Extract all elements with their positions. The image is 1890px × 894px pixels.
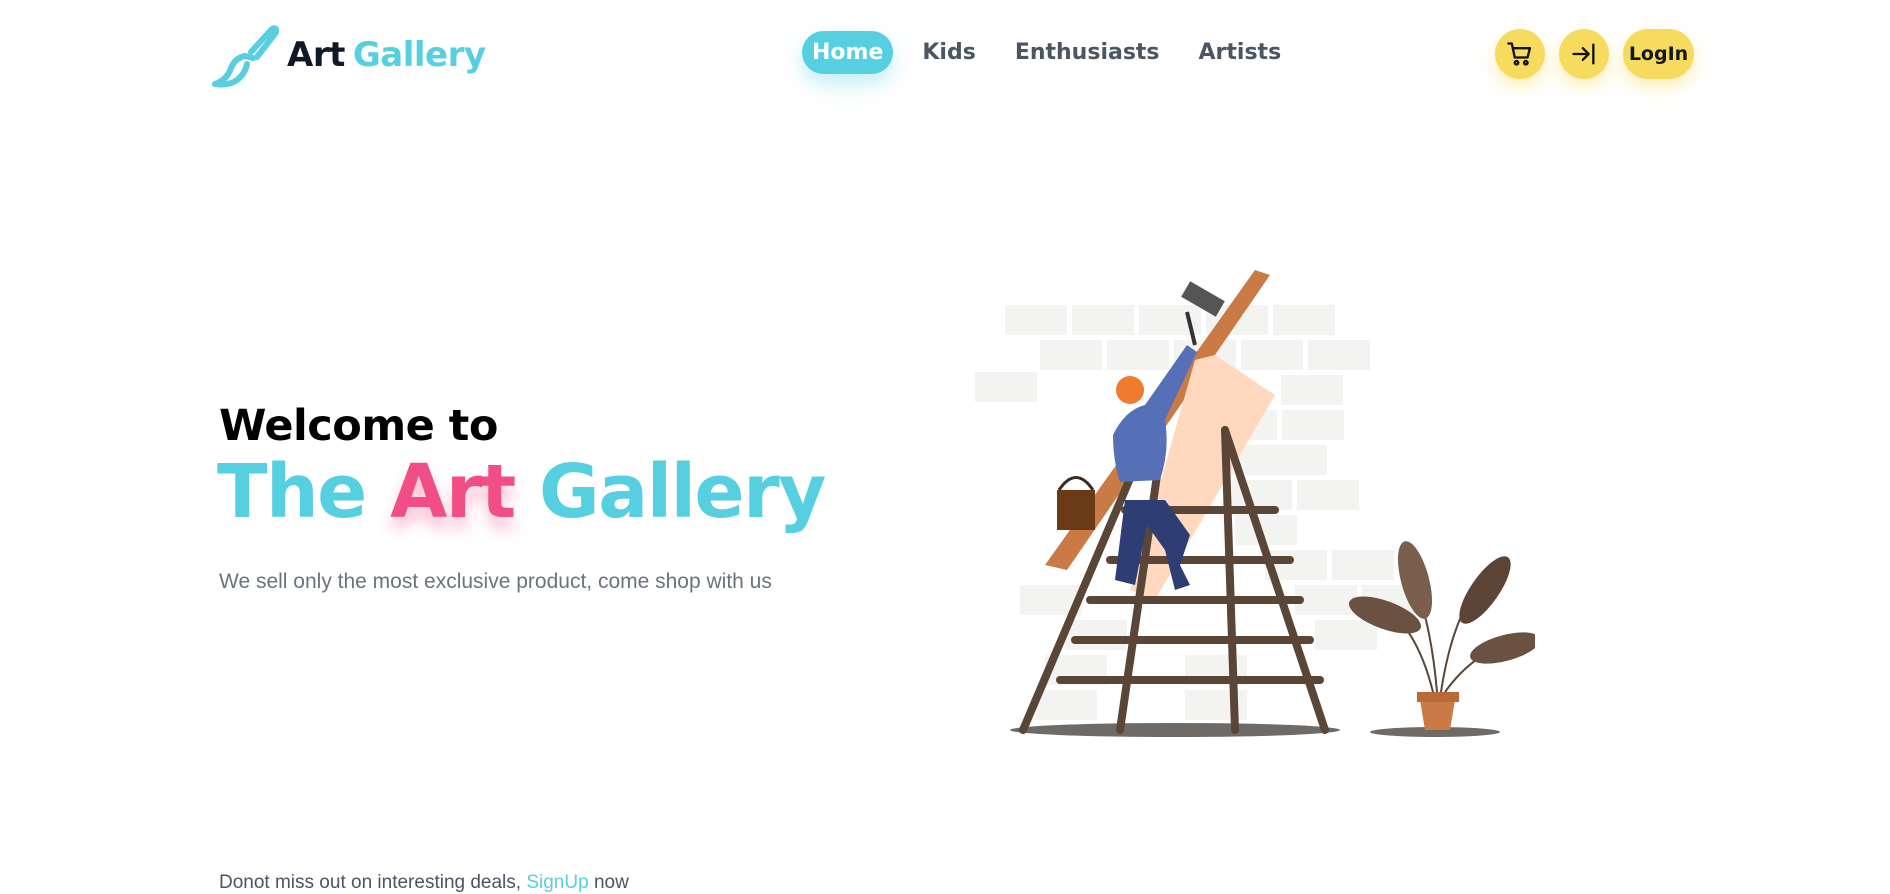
hero-title: The Art Gallery	[217, 455, 826, 529]
brand-name-part2: Gallery	[352, 35, 486, 75]
signup-prompt-suffix: now	[593, 872, 629, 893]
cart-icon	[1507, 42, 1532, 66]
signup-prompt: Donot miss out on interesting deals, Sig…	[219, 872, 629, 894]
main-nav: Home Kids Enthusiasts Artists	[802, 31, 1310, 74]
brand-name-part1: Art	[287, 35, 345, 75]
ladder-shadow	[1010, 723, 1340, 737]
hero-title-part2: Art	[390, 449, 516, 535]
nav-artists[interactable]: Artists	[1189, 31, 1292, 74]
nav-kids[interactable]: Kids	[912, 31, 985, 74]
brand-logo[interactable]: Art Gallery	[211, 22, 486, 88]
site-header: Art Gallery Home Kids Enthusiasts Artists	[0, 0, 1890, 108]
paintbrush-icon	[212, 25, 279, 88]
signup-link[interactable]: SignUp	[526, 872, 588, 893]
painter-illustration	[975, 270, 1535, 737]
cart-button[interactable]	[1495, 29, 1545, 79]
hero-welcome: Welcome to	[219, 401, 498, 451]
login-button[interactable]: LogIn	[1623, 29, 1694, 79]
hero-subtitle: We sell only the most exclusive product,…	[219, 570, 772, 593]
nav-enthusiasts[interactable]: Enthusiasts	[1005, 31, 1170, 74]
signup-prompt-text: Donot miss out on interesting deals,	[219, 872, 522, 893]
nav-home[interactable]: Home	[802, 31, 894, 74]
sign-in-icon	[1572, 43, 1595, 65]
brand-name: Art Gallery	[287, 38, 486, 72]
hero-title-part3: Gallery	[539, 449, 826, 535]
hero-title-part1: The	[217, 449, 367, 535]
sign-in-button[interactable]	[1559, 29, 1609, 79]
